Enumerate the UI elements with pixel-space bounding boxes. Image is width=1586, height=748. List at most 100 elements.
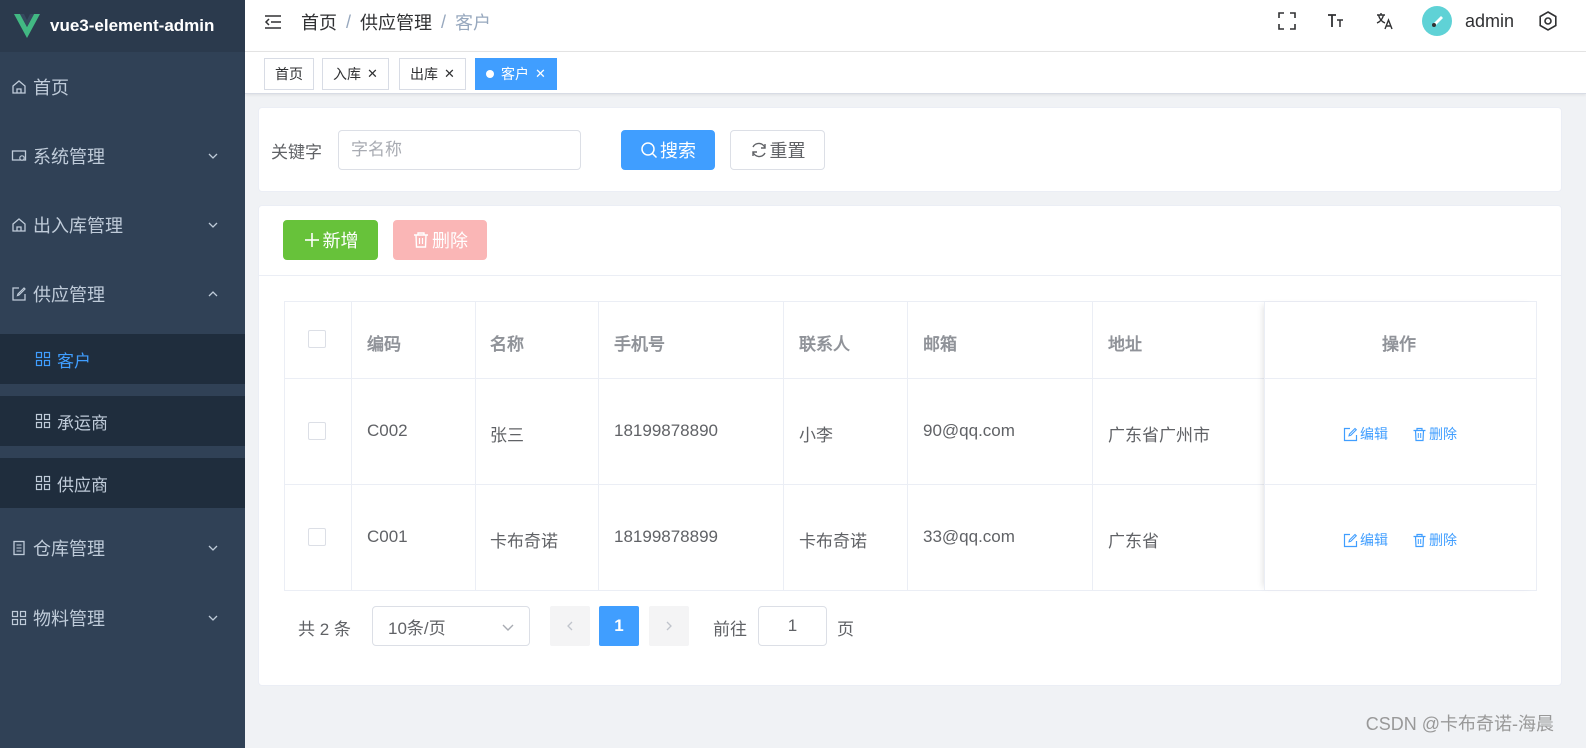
- sidebar-subitem-label: 客户: [57, 351, 91, 371]
- sidebar-subitem-label: 承运商: [57, 413, 108, 433]
- plus-icon: [303, 231, 321, 249]
- sidebar-item-label: 出入库管理: [33, 216, 123, 236]
- cell-email: 90@qq.com: [923, 421, 1015, 440]
- document-icon: [10, 539, 28, 557]
- sidebar-item-warehouse[interactable]: 仓库管理: [0, 520, 245, 576]
- sidebar-item-material[interactable]: 物料管理: [0, 590, 245, 646]
- tag-inbound[interactable]: 入库 ✕: [322, 58, 389, 90]
- home-icon: [10, 78, 28, 96]
- breadcrumb-item[interactable]: 供应管理: [360, 9, 432, 35]
- grid-icon: [35, 351, 51, 367]
- search-card: 关键字 搜索 重置: [258, 107, 1562, 192]
- divider: [259, 275, 1561, 276]
- chevron-right-icon: [666, 621, 672, 631]
- column-header[interactable]: 编码: [367, 330, 401, 355]
- cell-address: 广东省广州市: [1108, 426, 1210, 445]
- column-header[interactable]: 地址: [1108, 330, 1142, 355]
- page-size-select[interactable]: 10条/页: [372, 606, 530, 646]
- sidebar-item-inout[interactable]: 出入库管理: [0, 197, 245, 253]
- goto-prefix: 前往: [713, 620, 747, 639]
- breadcrumb-separator: /: [346, 11, 352, 32]
- sidebar-subitem-customer[interactable]: 客户: [0, 334, 245, 384]
- cell-email: 33@qq.com: [923, 527, 1015, 546]
- select-all-checkbox[interactable]: [308, 330, 326, 348]
- breadcrumb-item-current: 客户: [455, 13, 492, 33]
- chevron-down-icon: [208, 153, 218, 159]
- column-header[interactable]: 手机号: [614, 330, 665, 355]
- hamburger-icon[interactable]: [263, 12, 283, 32]
- add-button[interactable]: 新增: [283, 220, 378, 260]
- close-icon[interactable]: ✕: [367, 66, 378, 82]
- row-delete-link[interactable]: 删除: [1412, 530, 1457, 550]
- delete-button[interactable]: 删除: [393, 220, 487, 260]
- reset-button-label: 重置: [769, 141, 806, 161]
- reset-button[interactable]: 重置: [730, 130, 825, 170]
- sidebar-item-label: 系统管理: [33, 147, 105, 167]
- next-page-button[interactable]: [649, 606, 689, 646]
- row-delete-link[interactable]: 删除: [1412, 424, 1457, 444]
- sidebar-item-label: 物料管理: [33, 609, 105, 629]
- pagination-total: 共 2 条: [298, 620, 351, 639]
- trash-icon: [412, 231, 430, 249]
- cell-phone: 18199878890: [614, 421, 719, 440]
- row-checkbox[interactable]: [308, 422, 326, 440]
- breadcrumb-item[interactable]: 首页: [301, 9, 337, 35]
- keyword-input[interactable]: [338, 130, 581, 170]
- breadcrumb-separator: /: [441, 11, 447, 32]
- translate-icon[interactable]: [1375, 11, 1395, 31]
- tag-outbound[interactable]: 出库 ✕: [399, 58, 466, 90]
- edit-link[interactable]: 编辑: [1343, 424, 1388, 444]
- edit-label: 编辑: [1360, 532, 1388, 548]
- sidebar: vue3-element-admin 首页 系统管理 出入库管理 供应管理 客户: [0, 0, 245, 748]
- cell-phone: 18199878899: [614, 527, 719, 546]
- trash-icon: [1412, 427, 1427, 442]
- cell-address: 广东省: [1108, 532, 1159, 551]
- add-button-label: 新增: [322, 231, 359, 251]
- grid-icon: [35, 475, 51, 491]
- tag-home[interactable]: 首页: [264, 58, 314, 90]
- avatar[interactable]: [1422, 6, 1452, 36]
- search-button[interactable]: 搜索: [621, 130, 715, 170]
- delete-label: 删除: [1429, 532, 1457, 548]
- tag-customer[interactable]: 客户 ✕: [475, 58, 557, 90]
- column-header[interactable]: 邮箱: [923, 330, 957, 355]
- page-number-current[interactable]: 1: [599, 606, 639, 646]
- settings-icon[interactable]: [1538, 11, 1558, 31]
- sidebar-subitem-carrier[interactable]: 承运商: [0, 396, 245, 446]
- sidebar-item-system[interactable]: 系统管理: [0, 128, 245, 184]
- row-divider: [285, 378, 1536, 379]
- edit-link[interactable]: 编辑: [1343, 530, 1388, 550]
- column-header: 操作: [1382, 335, 1416, 354]
- table-card: 新增 删除 编码 名称 手机号 联系人 邮箱 地址 操作 C002 张三 181…: [258, 205, 1562, 686]
- goto-page-input[interactable]: [758, 606, 827, 646]
- row-checkbox[interactable]: [308, 528, 326, 546]
- vue-logo-icon: [14, 14, 40, 38]
- close-icon[interactable]: ✕: [535, 66, 546, 82]
- column-header[interactable]: 名称: [490, 330, 524, 355]
- home-icon: [10, 216, 28, 234]
- column-divider: [907, 302, 908, 590]
- sidebar-item-label: 仓库管理: [33, 539, 105, 559]
- search-icon: [640, 141, 658, 159]
- font-size-icon[interactable]: [1326, 11, 1346, 31]
- sidebar-subitem-label: 供应商: [57, 475, 108, 495]
- sidebar-subitem-supplier[interactable]: 供应商: [0, 458, 245, 508]
- column-divider: [351, 302, 352, 590]
- fullscreen-icon[interactable]: [1277, 11, 1297, 31]
- edit-icon: [1343, 427, 1358, 442]
- prev-page-button[interactable]: [550, 606, 590, 646]
- column-header[interactable]: 联系人: [799, 330, 850, 355]
- close-icon[interactable]: ✕: [444, 66, 455, 82]
- sidebar-item-home[interactable]: 首页: [0, 59, 245, 115]
- tag-label: 入库: [333, 66, 361, 82]
- page-size-value: 10条/页: [388, 618, 446, 638]
- cell-name: 张三: [490, 426, 524, 445]
- app-title: vue3-element-admin: [50, 16, 215, 35]
- logo-area[interactable]: vue3-element-admin: [0, 0, 245, 52]
- chevron-left-icon: [567, 621, 573, 631]
- sidebar-item-supply[interactable]: 供应管理: [0, 266, 245, 322]
- username[interactable]: admin: [1465, 11, 1514, 32]
- grid-icon: [10, 609, 28, 627]
- trash-icon: [1412, 533, 1427, 548]
- grid-icon: [35, 413, 51, 429]
